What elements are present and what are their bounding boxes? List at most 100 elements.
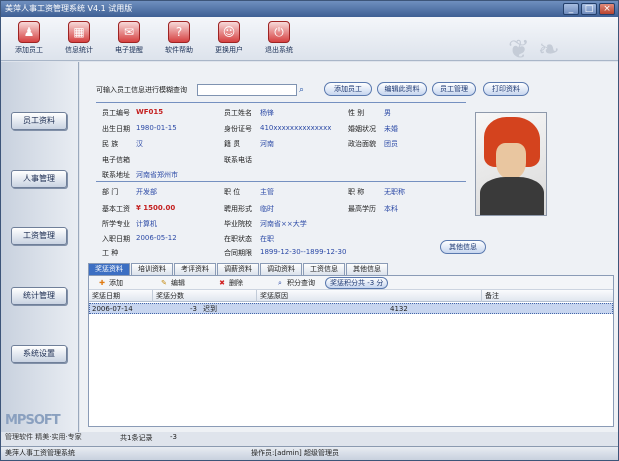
alarm-icon: ✉ [118,21,140,43]
table-row[interactable]: 2006-07-14 -3 迟到 4132 [89,303,613,314]
field-label: 聘用形式 [224,205,252,213]
field-label: 联系地址 [102,171,130,179]
field-label: 员工姓名 [224,109,252,117]
add-icon: ✚ [99,279,105,287]
rewards-panel: ✚ 添加 ✎ 编辑 ✖ 删除 ⌕ 积分查询 奖惩积分共 -3 分 奖惩日期 奖惩分数 奖… [88,275,614,427]
add-label: 添加 [109,279,123,287]
sidebar-item-personnel[interactable]: 人事管理 [11,170,67,188]
field-label: 职 位 [224,188,241,196]
table-cell: 4132 [390,305,408,313]
main-toolbar: ♟ 添加员工 ▦ 信息统计 ✉ 电子提醒 ? 软件帮助 ☺ 更换用户 ⏻ 退出系… [1,17,618,65]
column-header[interactable]: 奖惩原因 [257,290,482,302]
tab-training[interactable]: 培训资料 [131,263,173,275]
maximize-button[interactable]: □ [581,3,597,15]
photo-body [480,177,544,215]
other-info-button[interactable]: 其他信息 [440,240,486,254]
toolbar-label: 添加员工 [15,46,43,54]
sidebar-item-employee[interactable]: 员工资料 [11,112,67,130]
field-label: 部 门 [102,188,119,196]
tab-evaluation[interactable]: 考评资料 [174,263,216,275]
points-query-button[interactable]: ⌕ 积分查询 [275,277,315,289]
tab-other[interactable]: 其他信息 [346,263,388,275]
panel-toolbar: ✚ 添加 ✎ 编辑 ✖ 删除 ⌕ 积分查询 奖惩积分共 -3 分 [89,276,613,290]
tab-salary-change[interactable]: 调薪资料 [217,263,259,275]
toolbar-label: 更换用户 [215,46,243,54]
join-value: 2006-05-12 [136,234,177,242]
person-add-icon: ♟ [18,21,40,43]
switch-user-button[interactable]: ☺ 更换用户 [209,21,249,57]
search-icon: ⌕ [278,279,282,287]
add-employee-button[interactable]: ♟ 添加员工 [9,21,49,57]
search-icon[interactable]: ⌕ [299,85,309,95]
ethnic-value: 汉 [136,140,143,148]
field-label: 电子信箱 [102,156,130,164]
record-tabs: 奖惩资料 培训资料 考评资料 调薪资料 调动资料 工资信息 其他信息 [88,263,389,275]
column-header[interactable]: 奖惩分数 [153,290,257,302]
stats-icon: ▦ [68,21,90,43]
help-button[interactable]: ? 软件帮助 [159,21,199,57]
points-query-label: 积分查询 [287,279,315,287]
field-label: 籍 贯 [224,140,241,148]
window-controls: _ □ × [563,3,615,15]
sidebar-item-statistics[interactable]: 统计管理 [11,287,67,305]
major-value: 计算机 [136,220,157,228]
school-value: 河南省××大学 [260,220,307,228]
field-label: 工 种 [102,249,119,257]
toolbar-label: 退出系统 [265,46,293,54]
politics-value: 团员 [384,140,398,148]
table-cell: 2006-07-14 [92,305,133,313]
delete-record-button[interactable]: ✖ 删除 [217,277,243,289]
search-input[interactable] [197,84,297,96]
table-cell: 迟到 [203,305,217,313]
info-stats-button[interactable]: ▦ 信息统计 [59,21,99,57]
emp-no-value: WF015 [136,108,164,116]
field-label: 民 族 [102,140,119,148]
sidebar-item-salary[interactable]: 工资管理 [11,227,67,245]
search-label: 可输入员工信息进行模糊查询 [96,86,187,94]
exit-icon: ⏻ [268,21,290,43]
divider [96,102,466,103]
tab-transfer[interactable]: 调动资料 [260,263,302,275]
help-icon: ? [168,21,190,43]
tab-salary-info[interactable]: 工资信息 [303,263,345,275]
tab-rewards[interactable]: 奖惩资料 [88,263,130,275]
switch-user-icon: ☺ [218,21,240,43]
native-value: 河南 [260,140,274,148]
title-bar: 美萍人事工资管理系统 V4.1 试用版 _ □ × [1,1,618,17]
status-operator: 操作员:[admin] 超级管理员 [251,449,339,457]
delete-icon: ✖ [219,279,225,287]
column-header[interactable]: 备注 [482,290,613,302]
grid-header: 奖惩日期 奖惩分数 奖惩原因 备注 [89,290,613,302]
logo-subtitle: 管理软件 精美·实用·专家 [5,433,82,441]
column-header[interactable]: 奖惩日期 [89,290,153,302]
field-label: 政治面貌 [348,140,376,148]
reminder-button[interactable]: ✉ 电子提醒 [109,21,149,57]
toolbar-label: 电子提醒 [115,46,143,54]
field-label: 员工编号 [102,109,130,117]
add-record-button[interactable]: ✚ 添加 [97,277,123,289]
pencil-icon: ✎ [161,279,167,287]
post-value: 主管 [260,188,274,196]
toolbar-label: 信息统计 [65,46,93,54]
points-total-badge: 奖惩积分共 -3 分 [325,277,389,289]
contract-value: 1899-12-30--1899-12-30 [260,248,347,256]
address-value: 河南省郑州市 [136,171,178,179]
minimize-button[interactable]: _ [563,3,579,15]
add-employee-pill-button[interactable]: 添加员工 [324,82,372,96]
field-label: 所学专业 [102,220,130,228]
dept-value: 开发部 [136,188,157,196]
job-title-value: 无职称 [384,188,405,196]
employee-manage-button[interactable]: 员工管理 [432,82,476,96]
close-button[interactable]: × [599,3,615,15]
employee-photo [475,112,547,216]
exit-button[interactable]: ⏻ 退出系统 [259,21,299,57]
edit-label: 编辑 [171,279,185,287]
field-label: 联系电话 [224,156,252,164]
delete-label: 删除 [229,279,243,287]
edit-record-tool-button[interactable]: ✎ 编辑 [159,277,185,289]
edit-record-button[interactable]: 编辑此资料 [377,82,427,96]
print-record-button[interactable]: 打印资料 [483,82,529,96]
sidebar-item-settings[interactable]: 系统设置 [11,345,67,363]
status-bar: 美萍人事工资管理系统 操作员:[admin] 超级管理员 [1,446,618,460]
marriage-value: 未婚 [384,125,398,133]
